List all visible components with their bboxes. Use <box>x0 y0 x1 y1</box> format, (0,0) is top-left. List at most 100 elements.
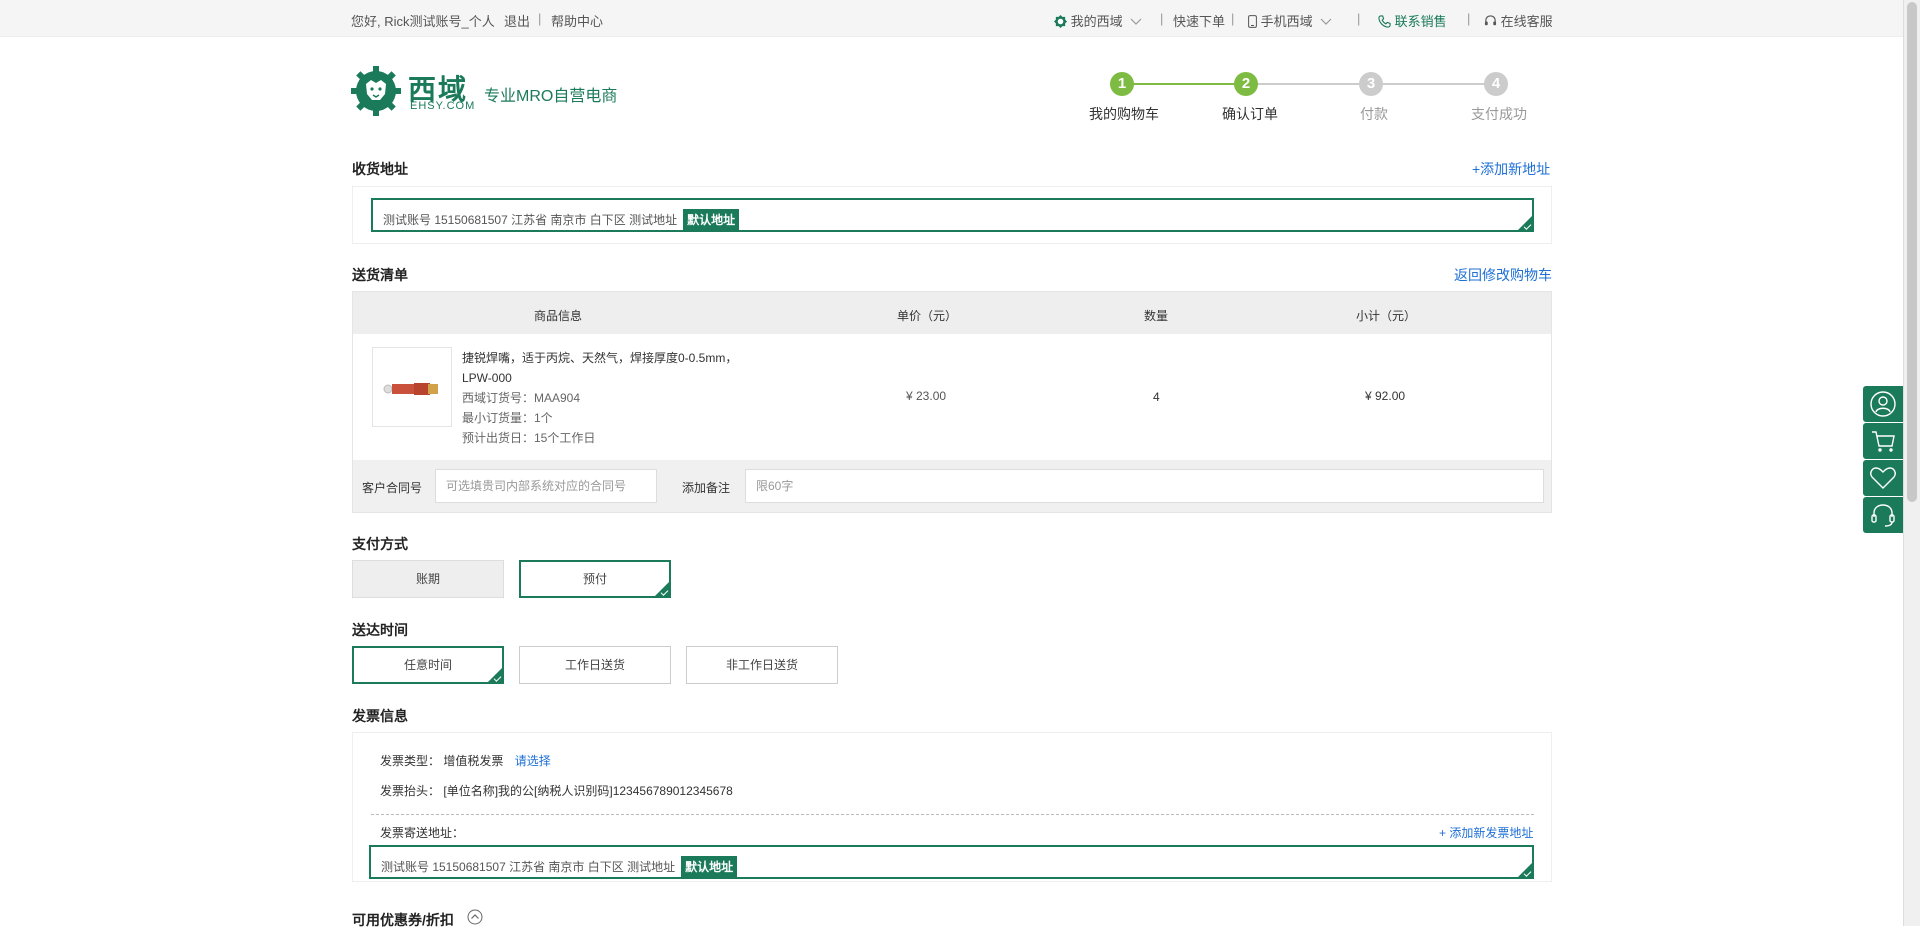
choose-invoice-link[interactable]: 请选择 <box>515 754 551 768</box>
header-price: 单价（元） <box>897 309 958 323</box>
divider: | <box>1160 11 1164 26</box>
quick-order-link[interactable]: 快速下单 <box>1173 11 1225 30</box>
sidebar-favorites-button[interactable] <box>1863 460 1903 496</box>
table-header: 商品信息 单价（元） 数量 小计（元） <box>353 292 1551 334</box>
chevron-down-icon <box>1130 18 1142 25</box>
page-scrollbar[interactable] <box>1903 0 1920 926</box>
step-3-label: 付款 <box>1360 106 1388 122</box>
divider: | <box>1357 11 1361 26</box>
quantity: 4 <box>1153 390 1160 404</box>
contract-label: 客户合同号 <box>362 481 423 495</box>
greeting-text: 您好, Rick测试账号_个人 <box>351 14 495 29</box>
header-product: 商品信息 <box>534 309 583 323</box>
my-account-label: 我的西域 <box>1070 14 1123 29</box>
invoice-info-title: 发票信息 <box>352 708 408 724</box>
invoice-panel: 发票类型： 增值税发票 请选择 发票抬头： [单位名称]我的公[纳税人识别码]1… <box>352 732 1552 882</box>
contract-number-input[interactable]: 可选填贵司内部系统对应的合同号 <box>435 469 657 503</box>
dashed-divider <box>371 814 1534 815</box>
order-table: 商品信息 单价（元） 数量 小计（元） 捷锐焊嘴，适于丙烷、天然气，焊接厚度0-… <box>352 291 1552 513</box>
delivery-list-title: 送货清单 <box>352 267 408 283</box>
delivery-non-workday-option[interactable]: 非工作日送货 <box>686 646 838 684</box>
header-qty: 数量 <box>1144 309 1169 323</box>
sidebar-cart-button[interactable] <box>1863 423 1903 459</box>
sidebar-service-button[interactable] <box>1863 497 1903 533</box>
step-3-circle: 3 <box>1359 72 1383 96</box>
subtotal: ¥ 92.00 <box>1365 389 1406 403</box>
telephone-icon <box>1378 15 1391 28</box>
table-row: 捷锐焊嘴，适于丙烷、天然气，焊接厚度0-0.5mm， LPW-000 西域订货号… <box>353 334 1551 460</box>
mobile-menu[interactable]: 手机西域 <box>1248 11 1332 30</box>
selected-check-icon <box>488 668 502 682</box>
logout-link[interactable]: 退出 <box>504 11 530 30</box>
contact-sales-link[interactable]: 联系销售 <box>1378 11 1447 30</box>
remark-input[interactable]: 限60字 <box>745 469 1544 503</box>
scrollbar-thumb[interactable] <box>1907 2 1917 502</box>
delivery-any-time-option[interactable]: 任意时间 <box>352 646 504 684</box>
lion-gear-logo-icon <box>351 66 401 116</box>
delivery-workday-option[interactable]: 工作日送货 <box>519 646 671 684</box>
invoice-address-label: 发票寄送地址： <box>380 826 465 840</box>
product-image[interactable] <box>372 347 452 427</box>
divider: | <box>1231 11 1235 26</box>
invoice-type-label: 发票类型： <box>380 754 441 768</box>
invoice-type-row: 发票类型： 增值税发票 请选择 <box>380 752 551 769</box>
header-subtotal: 小计（元） <box>1356 309 1417 323</box>
chevron-up-circle-icon[interactable] <box>467 909 483 925</box>
product-name-line2[interactable]: LPW-000 <box>462 368 737 388</box>
online-service-link[interactable]: 在线客服 <box>1484 11 1553 30</box>
heart-icon <box>1870 467 1896 489</box>
step-1-circle: 1 <box>1110 72 1134 96</box>
selected-check-icon <box>655 582 669 596</box>
payment-credit-option[interactable]: 账期 <box>352 560 504 598</box>
shipping-address-title: 收货地址 <box>352 161 408 177</box>
progress-line-done <box>1122 83 1246 85</box>
default-address-badge: 默认地址 <box>681 856 738 877</box>
product-sku: 西域订货号：MAA904 <box>462 391 581 405</box>
back-to-cart-link[interactable]: 返回修改购物车 <box>1454 265 1552 285</box>
contact-sales-label: 联系销售 <box>1394 14 1447 29</box>
selected-check-icon <box>1518 863 1532 877</box>
add-invoice-address-link[interactable]: + 添加新发票地址 <box>1439 824 1533 841</box>
selected-check-icon <box>1518 216 1532 230</box>
product-info: 捷锐焊嘴，适于丙烷、天然气，焊接厚度0-0.5mm， LPW-000 西域订货号… <box>462 348 737 448</box>
lion-logo-icon <box>1054 15 1067 28</box>
add-address-link[interactable]: +添加新地址 <box>1472 159 1550 179</box>
invoice-address-card[interactable]: 测试账号 15150681507 江苏省 南京市 白下区 测试地址 默认地址 <box>369 845 1534 879</box>
headset-icon <box>1484 15 1497 26</box>
step-4-circle: 4 <box>1484 72 1508 96</box>
divider: | <box>538 11 542 26</box>
welding-tip-image <box>383 383 438 395</box>
payment-prepay-label: 预付 <box>582 572 607 586</box>
step-4-label: 支付成功 <box>1471 106 1527 122</box>
help-center-link[interactable]: 帮助中心 <box>551 11 603 30</box>
delivery-time-title: 送达时间 <box>352 622 408 638</box>
product-name-line1[interactable]: 捷锐焊嘴，适于丙烷、天然气，焊接厚度0-0.5mm， <box>462 348 737 368</box>
payment-prepay-option[interactable]: 预付 <box>519 560 671 598</box>
checkout-progress-steps: 1 2 3 4 我的购物车 确认订单 付款 支付成功 <box>1080 70 1540 125</box>
default-address-badge: 默认地址 <box>683 209 740 230</box>
step-2-label: 确认订单 <box>1222 106 1278 122</box>
order-extra-row: 客户合同号 可选填贵司内部系统对应的合同号 添加备注 限60字 <box>353 460 1551 512</box>
cart-icon <box>1872 431 1895 452</box>
unit-price: ¥ 23.00 <box>906 389 947 403</box>
invoice-address-text: 测试账号 15150681507 江苏省 南京市 白下区 测试地址 默认地址 <box>381 856 738 877</box>
product-ship-date: 预计出货日：15个工作日 <box>462 431 596 445</box>
step-1-label: 我的购物车 <box>1089 106 1159 122</box>
logo-slogan: 专业MRO自营电商 <box>484 88 618 105</box>
address-card[interactable]: 测试账号 15150681507 江苏省 南京市 白下区 测试地址 默认地址 <box>371 198 1534 232</box>
mobile-label: 手机西域 <box>1260 14 1313 29</box>
any-time-label: 任意时间 <box>403 658 452 672</box>
logo-domain: EHSY.COM <box>410 100 476 112</box>
invoice-header-label: 发票抬头： <box>380 784 441 798</box>
coupon-title: 可用优惠券/折扣 <box>352 912 454 928</box>
sidebar-account-button[interactable] <box>1863 386 1903 422</box>
chevron-down-icon <box>1320 18 1332 25</box>
user-icon <box>1870 391 1896 417</box>
invoice-header-value: [单位名称]我的公[纳税人识别码]123456789012345678 <box>443 784 733 798</box>
my-account-menu[interactable]: 我的西域 <box>1054 11 1142 30</box>
product-min-qty: 最小订货量：1个 <box>462 411 553 425</box>
site-logo[interactable]: 西域 EHSY.COM 专业MRO自营电商 <box>351 66 661 118</box>
remark-label: 添加备注 <box>682 481 731 495</box>
address-panel: 测试账号 15150681507 江苏省 南京市 白下区 测试地址 默认地址 <box>352 186 1552 244</box>
phone-icon <box>1248 15 1257 28</box>
